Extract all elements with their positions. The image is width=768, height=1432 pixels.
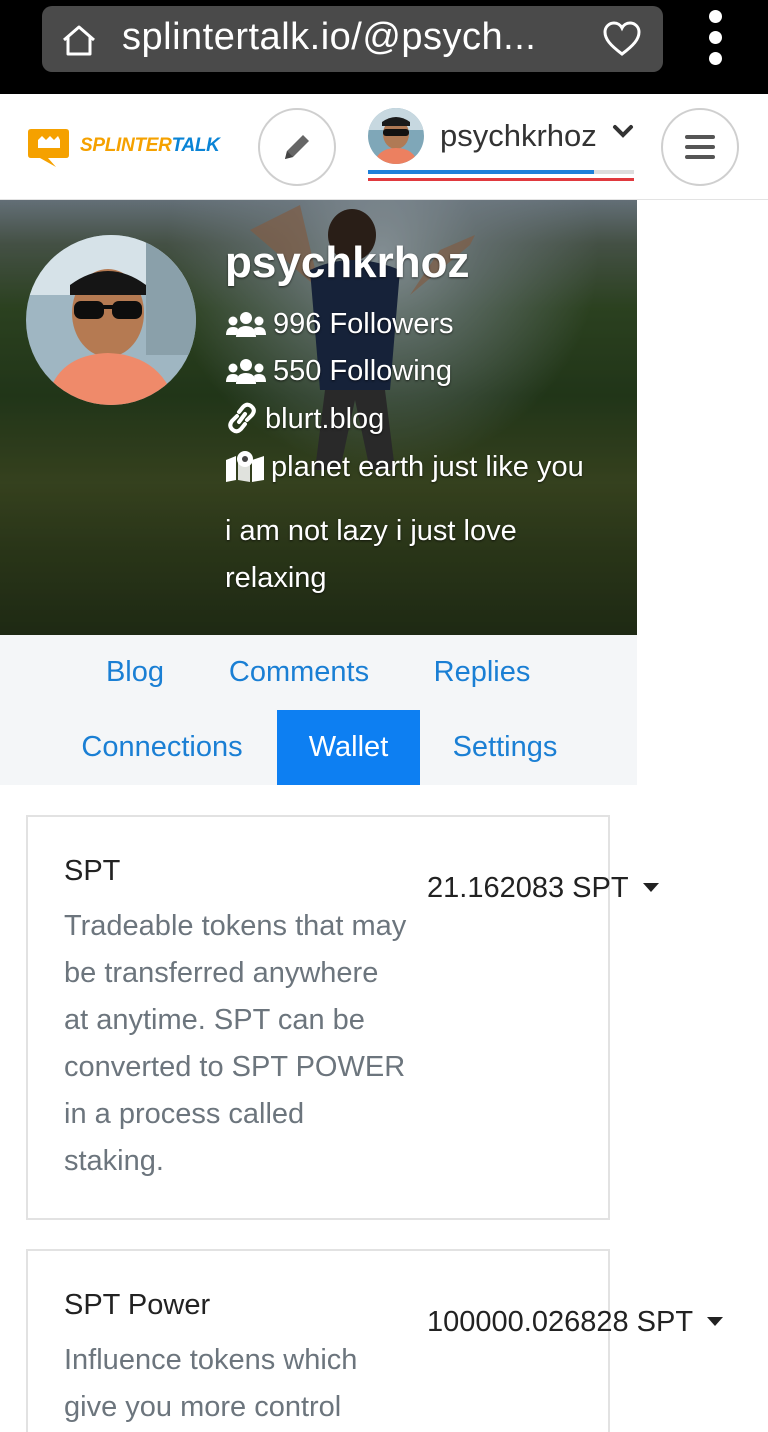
users-icon — [226, 359, 266, 384]
token-balance-dropdown[interactable]: 100000.026828 SPT — [427, 1306, 724, 1339]
hamburger-menu-button[interactable] — [661, 108, 739, 186]
followers-link[interactable]: 996 Followers — [225, 308, 454, 341]
token-description: Influence tokens which give you more con… — [64, 1344, 358, 1423]
website-text: blurt.blog — [265, 403, 385, 435]
logo-text: SPLINTERTALK — [80, 135, 220, 156]
link-icon — [228, 402, 256, 434]
voting-power-bar — [368, 170, 594, 174]
profile-cover: psychkrhoz 996 Followers 550 Following b… — [0, 200, 637, 635]
following-link[interactable]: 550 Following — [225, 355, 452, 388]
address-bar[interactable]: splintertalk.io/@psych... — [42, 6, 663, 72]
avatar — [368, 108, 424, 164]
token-balance: 21.162083 SPT — [427, 872, 629, 904]
kebab-menu-icon[interactable] — [700, 10, 730, 70]
profile-bio: i am not lazy i just love relaxing — [225, 515, 517, 594]
tab-comments[interactable]: Comments — [211, 635, 387, 710]
logo-mark-icon — [28, 129, 69, 167]
tab-replies[interactable]: Replies — [420, 635, 544, 710]
menu-icon — [685, 135, 715, 159]
token-balance: 100000.026828 SPT — [427, 1306, 694, 1338]
profile-name: psychkrhoz — [225, 238, 470, 287]
caret-down-icon — [642, 883, 659, 892]
users-icon — [226, 312, 266, 337]
token-description: Tradeable tokens that may be transferred… — [64, 910, 407, 1177]
tab-blog[interactable]: Blog — [92, 635, 178, 710]
chevron-down-icon[interactable] — [612, 124, 634, 140]
site-header: SPLINTERTALK psychkrhoz — [0, 94, 768, 200]
profile-avatar — [26, 235, 196, 405]
user-menu[interactable]: psychkrhoz — [368, 106, 634, 186]
username-label: psychkrhoz — [440, 118, 597, 153]
followers-count: 996 Followers — [273, 308, 454, 340]
tab-settings[interactable]: Settings — [436, 710, 574, 785]
wallet-card-spt-power: SPT Power Influence tokens which give yo… — [26, 1249, 724, 1432]
resource-credits-bar — [368, 178, 634, 181]
home-icon[interactable] — [60, 23, 98, 57]
token-title: SPT — [64, 855, 121, 887]
heart-icon[interactable] — [602, 20, 642, 58]
token-title: SPT Power — [64, 1289, 211, 1321]
following-count: 550 Following — [273, 355, 452, 387]
url-text[interactable]: splintertalk.io/@psych... — [122, 16, 536, 59]
profile-tabs: Blog Comments Replies Connections Wallet… — [0, 635, 637, 785]
website-link[interactable]: blurt.blog — [225, 402, 384, 436]
wallet-card-spt: SPT Tradeable tokens that may be transfe… — [26, 815, 659, 1220]
caret-down-icon — [707, 1317, 724, 1326]
splintertalk-logo[interactable]: SPLINTERTALK — [26, 128, 220, 168]
voting-power-remaining — [594, 170, 634, 174]
browser-toolbar: splintertalk.io/@psych... — [0, 0, 768, 94]
pencil-icon — [285, 135, 309, 159]
map-marker-icon — [226, 451, 264, 482]
location-text: planet earth just like you — [271, 451, 584, 483]
write-post-button[interactable] — [258, 108, 336, 186]
tab-connections[interactable]: Connections — [62, 710, 262, 785]
token-balance-dropdown[interactable]: 21.162083 SPT — [427, 872, 659, 905]
location-row: planet earth just like you — [225, 450, 584, 484]
tab-wallet[interactable]: Wallet — [277, 710, 420, 785]
